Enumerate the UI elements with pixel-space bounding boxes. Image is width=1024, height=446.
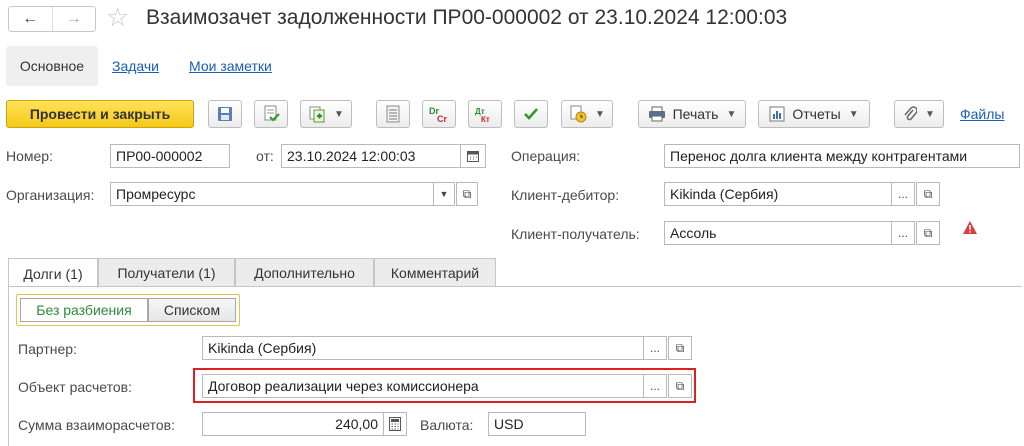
- recipient-open-button[interactable]: ⧉: [916, 221, 940, 245]
- number-field[interactable]: ПР00-000002: [110, 144, 230, 168]
- dr-cr-icon: DrCr: [429, 106, 447, 123]
- structure-button[interactable]: [376, 100, 410, 128]
- open-form-icon: ⧉: [923, 225, 933, 240]
- partner-label: Партнер:: [18, 341, 77, 357]
- open-form-icon: ⧉: [675, 340, 685, 355]
- partner-open-button[interactable]: ⧉: [668, 336, 692, 360]
- dt-kt-button[interactable]: Dr Cr: [422, 100, 456, 128]
- check-button[interactable]: [514, 100, 548, 128]
- tab-tasks[interactable]: Задачи: [112, 46, 159, 86]
- organization-field[interactable]: Промресурс: [110, 182, 434, 206]
- arrow-right-icon: →: [65, 10, 82, 27]
- post-button[interactable]: [254, 100, 288, 128]
- create-based-on-button[interactable]: ▼: [300, 100, 352, 128]
- calendar-icon: [467, 151, 479, 162]
- chevron-down-icon: ▼: [334, 108, 344, 120]
- chevron-down-icon: ▼: [925, 108, 935, 120]
- chevron-down-icon: ▼: [595, 108, 605, 120]
- chevron-down-icon: ▼: [848, 108, 859, 120]
- post-and-close-button[interactable]: Провести и закрыть: [6, 100, 194, 128]
- ellipsis-icon: ...: [649, 379, 660, 393]
- attachments-button[interactable]: ▼: [894, 100, 944, 128]
- post-document-icon: [264, 105, 280, 122]
- partner-field[interactable]: Kikinda (Сербия): [202, 336, 644, 360]
- svg-text:Cr: Cr: [437, 114, 447, 123]
- calculator-button[interactable]: [383, 412, 407, 436]
- date-label: от:: [256, 148, 274, 164]
- navigation-buttons: ← →: [8, 6, 96, 32]
- forward-button[interactable]: →: [51, 7, 96, 31]
- floppy-disk-icon: [218, 107, 232, 121]
- tab-additional[interactable]: Дополнительно: [235, 258, 374, 287]
- paperclip-icon: [904, 106, 918, 121]
- checkmark-icon: [524, 108, 538, 120]
- recipient-label: Клиент-получатель:: [511, 226, 640, 242]
- calendar-button[interactable]: [460, 144, 486, 168]
- tab-my-notes[interactable]: Мои заметки: [189, 46, 272, 86]
- open-form-icon: ⧉: [462, 186, 472, 201]
- sum-field[interactable]: 240,00: [202, 412, 384, 436]
- tab-recipients[interactable]: Получатели (1): [98, 258, 235, 287]
- settlement-object-select-button[interactable]: ...: [643, 374, 667, 398]
- document-list-icon: [386, 105, 400, 123]
- operation-label: Операция:: [511, 148, 581, 164]
- back-button[interactable]: ←: [9, 7, 52, 31]
- save-button[interactable]: [208, 100, 242, 128]
- currency-label: Валюта:: [420, 417, 474, 433]
- partner-select-button[interactable]: ...: [643, 336, 667, 360]
- mode-no-split-button[interactable]: Без разбиения: [20, 298, 148, 322]
- tab-main[interactable]: Основное: [6, 46, 98, 86]
- calculator-icon: [389, 417, 401, 431]
- organization-open-button[interactable]: ⧉: [456, 182, 478, 206]
- files-link[interactable]: Файлы: [960, 106, 1004, 122]
- dt-kt-ru-button[interactable]: Дт Кт: [468, 100, 502, 128]
- settlement-object-label: Объект расчетов:: [18, 379, 132, 395]
- warning-icon[interactable]: [962, 220, 978, 239]
- organization-dropdown-button[interactable]: ▼: [433, 182, 455, 206]
- reports-label: Отчеты: [792, 106, 841, 122]
- chevron-down-icon: ▼: [726, 108, 737, 120]
- report-icon: [769, 106, 785, 122]
- create-based-on-icon: [309, 106, 325, 123]
- mode-list-button[interactable]: Списком: [148, 298, 236, 322]
- operation-field[interactable]: Перенос долга клиента между контрагентам…: [664, 144, 1020, 168]
- settlement-object-open-button[interactable]: ⧉: [668, 374, 692, 398]
- open-form-icon: ⧉: [923, 186, 933, 201]
- currency-field[interactable]: USD: [488, 412, 586, 436]
- settlement-object-field[interactable]: Договор реализации через комиссионера: [202, 374, 644, 398]
- open-form-icon: ⧉: [675, 378, 685, 393]
- print-label: Печать: [672, 106, 719, 122]
- debtor-field[interactable]: Kikinda (Сербия): [664, 182, 892, 206]
- history-button[interactable]: ▼: [561, 100, 613, 128]
- arrow-left-icon: ←: [22, 10, 39, 27]
- number-label: Номер:: [6, 148, 53, 164]
- ellipsis-icon: ...: [649, 341, 660, 355]
- document-clock-icon: [570, 105, 587, 123]
- debtor-open-button[interactable]: ⧉: [916, 182, 940, 206]
- debtor-select-button[interactable]: ...: [891, 182, 915, 206]
- tab-comment[interactable]: Комментарий: [374, 258, 496, 287]
- reports-button[interactable]: Отчеты ▼: [758, 100, 870, 128]
- chevron-down-icon: ▼: [439, 189, 449, 199]
- star-icon[interactable]: ☆: [106, 2, 129, 33]
- debtor-label: Клиент-дебитор:: [511, 187, 620, 203]
- tab-debts[interactable]: Долги (1): [8, 258, 98, 288]
- sum-label: Сумма взаиморасчетов:: [18, 417, 175, 433]
- ellipsis-icon: ...: [897, 187, 908, 201]
- date-field[interactable]: 23.10.2024 12:00:03: [281, 144, 461, 168]
- recipient-field[interactable]: Ассоль: [664, 221, 892, 245]
- ellipsis-icon: ...: [897, 226, 908, 240]
- organization-label: Организация:: [6, 187, 95, 203]
- svg-text:Кт: Кт: [481, 115, 490, 123]
- print-button[interactable]: Печать ▼: [638, 100, 746, 128]
- window-title: Взаимозачет задолженности ПР00-000002 от…: [146, 6, 788, 29]
- printer-icon: [648, 106, 665, 122]
- dt-kt-icon: ДтКт: [475, 107, 490, 123]
- recipient-select-button[interactable]: ...: [891, 221, 915, 245]
